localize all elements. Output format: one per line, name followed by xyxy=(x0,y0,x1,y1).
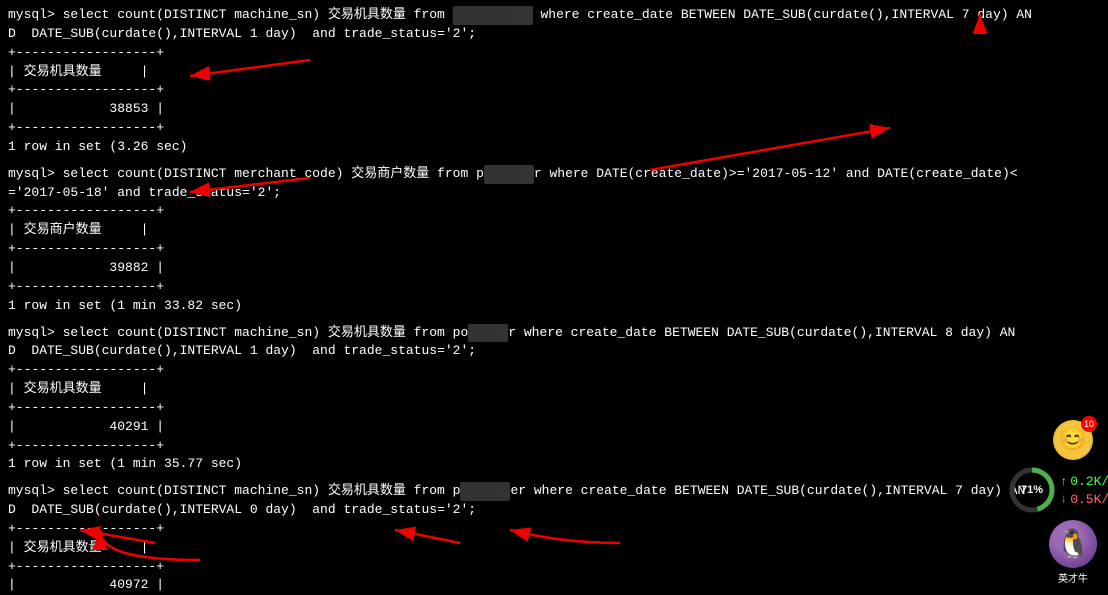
line-22: | 交易机具数量 | xyxy=(8,380,1028,399)
traffic-speeds: ↑ 0.2K/s + ↓ 0.5K/s xyxy=(1060,474,1108,507)
line-10: mysql> select count(DISTINCT merchant_co… xyxy=(8,165,1028,184)
smiley-badge: 10 xyxy=(1081,416,1097,432)
line-25: +------------------+ xyxy=(8,437,1028,456)
terminal-content: mysql> select count(DISTINCT machine_sn)… xyxy=(8,6,1028,595)
line-20: D DATE_SUB(curdate(),INTERVAL 1 day) and… xyxy=(8,342,1028,361)
line-26: 1 row in set (1 min 35.77 sec) xyxy=(8,455,1028,474)
traffic-up-row: ↑ 0.2K/s + xyxy=(1060,474,1108,490)
line-19: mysql> select count(DISTINCT machine_sn)… xyxy=(8,324,1028,343)
line-24: | 40291 | xyxy=(8,418,1028,437)
line-14: +------------------+ xyxy=(8,240,1028,259)
line-8: 1 row in set (3.26 sec) xyxy=(8,138,1028,157)
line-4: | 交易机具数量 | xyxy=(8,63,1028,82)
terminal: mysql> select count(DISTINCT machine_sn)… xyxy=(0,0,1108,595)
line-33: | 40972 | xyxy=(8,576,1028,595)
blank-2 xyxy=(8,316,1028,324)
line-29: D DATE_SUB(curdate(),INTERVAL 0 day) and… xyxy=(8,501,1028,520)
line-32: +------------------+ xyxy=(8,558,1028,577)
line-31: | 交易机具数量 | xyxy=(8,539,1028,558)
arrow-dn-icon: ↓ xyxy=(1060,492,1067,506)
traffic-widget: 71% ↑ 0.2K/s + ↓ 0.5K/s xyxy=(1008,466,1108,514)
line-15: | 39882 | xyxy=(8,259,1028,278)
traffic-up-value: 0.2K/s xyxy=(1070,474,1108,489)
traffic-circle: 71% xyxy=(1008,466,1056,514)
line-30: +------------------+ xyxy=(8,520,1028,539)
line-5: +------------------+ xyxy=(8,81,1028,100)
line-12: +------------------+ xyxy=(8,202,1028,221)
avatar: 🐧 xyxy=(1049,520,1097,568)
line-23: +------------------+ xyxy=(8,399,1028,418)
arrow-up-icon: ↑ xyxy=(1060,475,1067,489)
line-1: mysql> select count(DISTINCT machine_sn)… xyxy=(8,6,1028,25)
traffic-dn-value: 0.5K/s xyxy=(1070,492,1108,507)
line-21: +------------------+ xyxy=(8,361,1028,380)
line-2: D DATE_SUB(curdate(),INTERVAL 1 day) and… xyxy=(8,25,1028,44)
line-16: +------------------+ xyxy=(8,278,1028,297)
traffic-pct: 71% xyxy=(1021,484,1043,496)
line-3: +------------------+ xyxy=(8,44,1028,63)
avatar-widget[interactable]: 🐧 英才牛 xyxy=(1049,520,1097,585)
smiley-widget: 😊 10 xyxy=(1053,420,1093,460)
line-11: ='2017-05-18' and trade_status='2'; xyxy=(8,184,1028,203)
blank-3 xyxy=(8,474,1028,482)
line-17: 1 row in set (1 min 33.82 sec) xyxy=(8,297,1028,316)
traffic-dn-row: ↓ 0.5K/s xyxy=(1060,492,1108,507)
line-13: | 交易商户数量 | xyxy=(8,221,1028,240)
line-7: +------------------+ xyxy=(8,119,1028,138)
blank-1 xyxy=(8,157,1028,165)
sidebar: 😊 10 71% ↑ 0.2K/s + ↓ 0.5K/s xyxy=(1038,0,1108,595)
line-28: mysql> select count(DISTINCT machine_sn)… xyxy=(8,482,1028,501)
avatar-label: 英才牛 xyxy=(1058,570,1088,585)
line-6: | 38853 | xyxy=(8,100,1028,119)
